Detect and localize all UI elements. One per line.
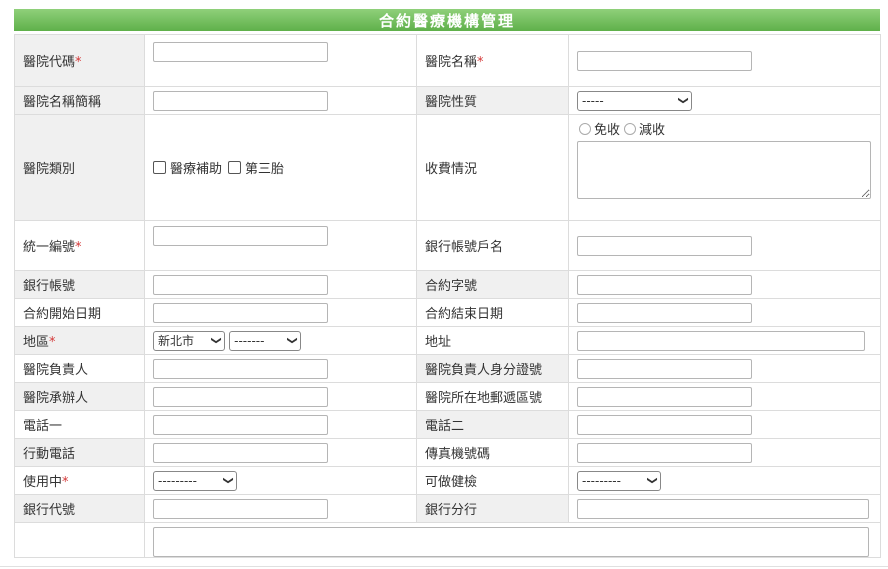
director-id-input[interactable] [577,358,752,379]
form-row: 銀行帳號 合約字號 [14,270,881,299]
bank-code-input[interactable] [153,498,328,519]
bank-branch-input[interactable] [577,498,869,519]
in-use-label: 使用中* [14,466,145,495]
phone2-input[interactable] [577,414,752,435]
extra-label [14,522,145,558]
fee-free-radio[interactable] [579,122,591,135]
fee-reduced-radio[interactable] [624,122,637,135]
bank-branch-label: 銀行分行 [416,494,569,523]
mobile-label: 行動電話 [14,438,145,467]
region-district-select[interactable]: ------- ❯ [229,330,302,351]
tax-id-label: 統一編號* [14,220,145,271]
medical-subsidy-checkbox[interactable] [153,161,166,174]
form-row: 統一編號* 銀行帳號戶名 [14,220,881,271]
form-row: 醫院名稱簡稱 醫院性質 ----- ❯ [14,86,881,115]
bottom-divider [0,566,888,567]
required-mark: * [75,240,82,255]
phone1-input[interactable] [153,414,328,435]
required-mark: * [62,475,69,490]
tax-id-input[interactable] [153,226,328,246]
form-row [14,522,881,558]
required-mark: * [49,335,56,350]
fee-note-textarea[interactable] [577,141,871,199]
fax-input[interactable] [577,442,752,463]
contract-end-label: 合約結束日期 [416,298,569,327]
medical-subsidy-label: 醫療補助 [170,162,223,177]
health-check-label: 可做健檢 [416,466,569,495]
form-row: 電話一 電話二 [14,410,881,439]
postal-code-label: 醫院所在地郵遞區號 [416,382,569,411]
form-row: 醫院負責人 醫院負責人身分證號 [14,354,881,383]
hospital-form: 醫院代碼* 醫院名稱* 醫院名稱簡稱 醫院性質 ----- ❯ 醫院類別 醫療補… [14,34,881,558]
hospital-short-name-input[interactable] [153,90,328,111]
chevron-down-icon: ❯ [286,336,298,345]
fee-reduced-label: 減收 [639,123,666,138]
fax-label: 傳真機號碼 [416,438,569,467]
hospital-director-input[interactable] [153,358,328,379]
hospital-contact-input[interactable] [153,386,328,407]
bank-account-name-label: 銀行帳號戶名 [416,220,569,271]
chevron-down-icon: ❯ [677,96,689,105]
in-use-select[interactable]: --------- ❯ [153,470,237,491]
form-row: 合約開始日期 合約結束日期 [14,298,881,327]
contract-number-input[interactable] [577,274,752,295]
form-row: 醫院承辦人 醫院所在地郵遞區號 [14,382,881,411]
bank-account-name-input[interactable] [577,235,752,256]
form-row: 地區* 新北市 ❯ ------- ❯ 地址 [14,326,881,355]
chevron-down-icon: ❯ [222,476,234,485]
required-mark: * [75,55,82,70]
contract-start-label: 合約開始日期 [14,298,145,327]
phone1-label: 電話一 [14,410,145,439]
mobile-input[interactable] [153,442,328,463]
third-child-checkbox[interactable] [228,161,242,174]
hospital-code-input[interactable] [153,42,328,62]
hospital-nature-select[interactable]: ----- ❯ [577,90,692,111]
chevron-down-icon: ❯ [646,476,658,485]
address-input[interactable] [577,330,865,351]
contract-end-input[interactable] [577,302,752,323]
required-mark: * [477,55,484,70]
form-row: 醫院類別 醫療補助 第三胎 收費情況 免收 減收 [14,114,881,221]
health-check-select[interactable]: --------- ❯ [577,470,661,491]
form-row: 使用中* --------- ❯ 可做健檢 --------- ❯ [14,466,881,495]
director-id-label: 醫院負責人身分證號 [416,354,569,383]
page-title: 合約醫療機構管理 [14,9,880,31]
notes-textarea[interactable] [153,527,869,557]
hospital-category-label: 醫院類別 [14,114,145,221]
fee-free-label: 免收 [594,123,621,138]
hospital-name-input[interactable] [577,50,752,71]
hospital-short-name-label: 醫院名稱簡稱 [14,86,145,115]
hospital-name-label: 醫院名稱* [416,34,569,87]
bank-account-label: 銀行帳號 [14,270,145,299]
third-child-label: 第三胎 [245,162,285,177]
hospital-code-label: 醫院代碼* [14,34,145,87]
phone2-label: 電話二 [416,410,569,439]
chevron-down-icon: ❯ [210,336,222,345]
address-label: 地址 [416,326,569,355]
region-city-select[interactable]: 新北市 ❯ [153,330,225,351]
hospital-contact-label: 醫院承辦人 [14,382,145,411]
hospital-director-label: 醫院負責人 [14,354,145,383]
form-row: 銀行代號 銀行分行 [14,494,881,523]
contract-start-input[interactable] [153,302,328,323]
region-label: 地區* [14,326,145,355]
hospital-nature-label: 醫院性質 [416,86,569,115]
bank-code-label: 銀行代號 [14,494,145,523]
postal-code-input[interactable] [577,386,752,407]
form-row: 醫院代碼* 醫院名稱* [14,34,881,87]
contract-number-label: 合約字號 [416,270,569,299]
fee-status-label: 收費情況 [416,114,569,221]
bank-account-input[interactable] [153,274,328,295]
form-row: 行動電話 傳真機號碼 [14,438,881,467]
